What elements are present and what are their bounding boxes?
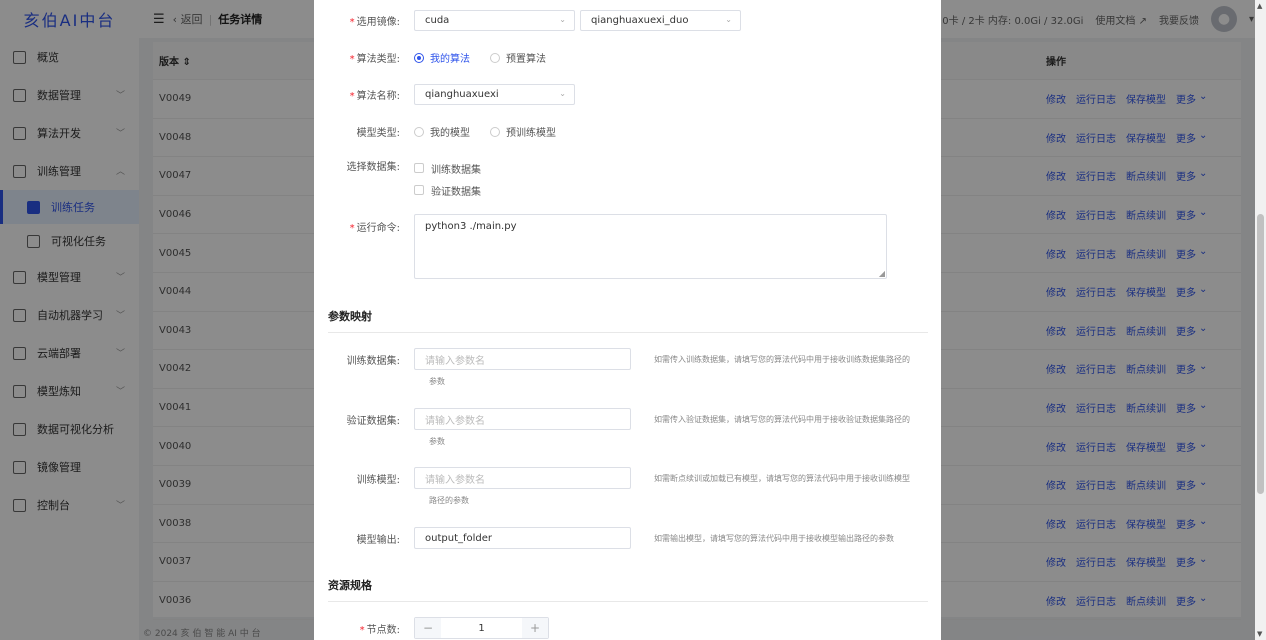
radio-my-algorithm[interactable]: 我的算法 (414, 50, 470, 65)
checkbox-val-dataset[interactable]: 验证数据集 (414, 180, 481, 200)
dataset-row: 选择数据集: 训练数据集 验证数据集 (314, 158, 941, 200)
resize-handle-icon[interactable]: ◢ (879, 269, 885, 278)
algo-name-label: 算法名称: (356, 91, 400, 102)
scroll-up-icon[interactable]: ▲ (1257, 2, 1262, 10)
param-model-row: 训练模型: 请输入参数名 如需断点续训或加载已有模型，请填写您的算法代码中用于接… (314, 467, 941, 489)
algo-name-row: * 算法名称: qianghuaxuexi ⌄ (314, 84, 941, 105)
param-train-hint: 如需传入训练数据集，请填写您的算法代码中用于接收训练数据集路径的 (654, 354, 910, 364)
scrollbar-thumb[interactable] (1257, 214, 1264, 494)
param-val-row: 验证数据集: 请输入参数名 如需传入验证数据集，请填写您的算法代码中用于接收验证… (314, 408, 941, 430)
param-output-hint: 如需输出模型，请填写您的算法代码中用于接收模型输出路径的参数 (654, 533, 894, 543)
model-type-row: 模型类型: 我的模型 预训练模型 (314, 124, 941, 139)
param-train-label: 训练数据集: (346, 355, 400, 367)
nodes-label: 节点数: (366, 624, 400, 636)
param-train-row: 训练数据集: 请输入参数名 如需传入训练数据集，请填写您的算法代码中用于接收训练… (314, 348, 941, 370)
nodes-row: * 节点数: − 1 + (314, 617, 941, 639)
checkbox-train-dataset[interactable]: 训练数据集 (414, 158, 481, 178)
param-val-label: 验证数据集: (346, 415, 400, 427)
chevron-down-icon: ⌄ (725, 15, 732, 24)
param-output-label: 模型输出: (356, 534, 400, 546)
nodes-stepper[interactable]: − 1 + (414, 617, 549, 639)
section-param-mapping: 参数映射 (328, 308, 928, 333)
chevron-down-icon: ⌄ (559, 15, 566, 24)
param-model-label: 训练模型: (356, 474, 400, 486)
param-val-hint-cont: 参数 (429, 437, 445, 446)
page-scrollbar[interactable]: ▲ ▼ (1255, 0, 1266, 640)
dataset-label: 选择数据集: (346, 162, 400, 173)
param-model-input[interactable]: 请输入参数名 (414, 467, 631, 489)
command-label: 运行命令: (356, 223, 400, 234)
image-label: 选用镜像: (356, 17, 400, 28)
param-output-input[interactable]: output_folder (414, 527, 631, 549)
radio-pretrained-model[interactable]: 预训练模型 (490, 124, 556, 139)
algo-name-select[interactable]: qianghuaxuexi ⌄ (414, 84, 575, 105)
param-output-row: 模型输出: output_folder 如需输出模型，请填写您的算法代码中用于接… (314, 527, 941, 549)
algo-type-label: 算法类型: (356, 54, 400, 65)
chevron-down-icon: ⌄ (559, 89, 566, 98)
section-resource-spec: 资源规格 (328, 577, 928, 602)
increment-button[interactable]: + (522, 618, 548, 638)
image-row: * 选用镜像: cuda ⌄ qianghuaxuexi_duo ⌄ (314, 10, 941, 31)
scroll-down-icon[interactable]: ▼ (1257, 630, 1262, 638)
edit-task-modal: * 选用镜像: cuda ⌄ qianghuaxuexi_duo ⌄ * 算法类型: 我… (314, 0, 941, 640)
command-row: * 运行命令: python3 ./main.py ◢ (314, 214, 941, 279)
command-textarea[interactable]: python3 ./main.py ◢ (414, 214, 887, 279)
model-type-label: 模型类型: (356, 128, 400, 139)
radio-my-model[interactable]: 我的模型 (414, 124, 470, 139)
algo-type-row: * 算法类型: 我的算法 预置算法 (314, 50, 941, 65)
param-model-hint-cont: 路径的参数 (429, 496, 469, 505)
nodes-value[interactable]: 1 (441, 618, 522, 638)
param-train-input[interactable]: 请输入参数名 (414, 348, 631, 370)
radio-preset-algorithm[interactable]: 预置算法 (490, 50, 546, 65)
param-model-hint: 如需断点续训或加载已有模型，请填写您的算法代码中用于接收训练模型 (654, 473, 910, 483)
param-train-hint-cont: 参数 (429, 377, 445, 386)
image-tag-select[interactable]: qianghuaxuexi_duo ⌄ (580, 10, 741, 31)
param-val-hint: 如需传入验证数据集，请填写您的算法代码中用于接收验证数据集路径的 (654, 414, 910, 424)
decrement-button[interactable]: − (415, 618, 441, 638)
param-val-input[interactable]: 请输入参数名 (414, 408, 631, 430)
image-select[interactable]: cuda ⌄ (414, 10, 575, 31)
